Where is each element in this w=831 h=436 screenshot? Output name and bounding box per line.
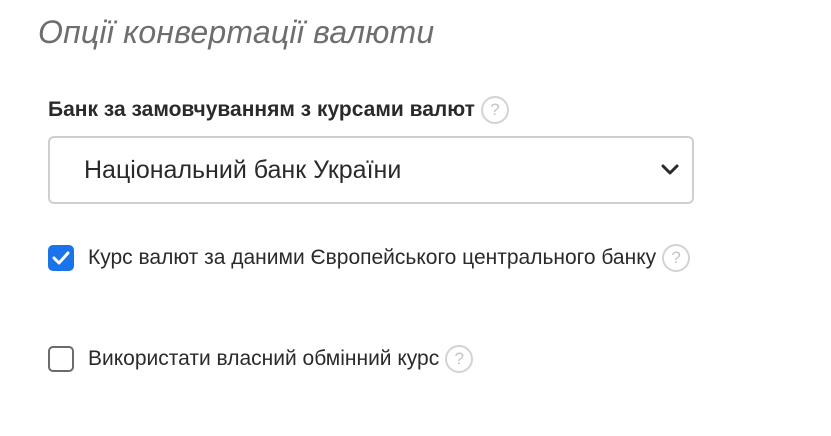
- custom-rate-checkbox[interactable]: [48, 346, 74, 372]
- default-bank-select[interactable]: Національний банк України: [48, 136, 694, 204]
- section-title: Опції конвертації валюти: [38, 14, 435, 50]
- help-icon[interactable]: ?: [662, 244, 691, 272]
- chevron-down-icon: [660, 163, 680, 177]
- checkmark-icon: [52, 251, 70, 265]
- help-icon[interactable]: ?: [445, 345, 474, 373]
- default-bank-label-row: Банк за замовчуванням з курсами валют ?: [48, 96, 509, 124]
- ecb-rate-checkbox[interactable]: [48, 245, 74, 271]
- currency-conversion-options-panel: Опції конвертації валюти Банк за замовчу…: [0, 0, 831, 436]
- help-icon[interactable]: ?: [480, 96, 509, 124]
- custom-rate-label[interactable]: Використати власний обмінний курс: [88, 347, 439, 371]
- default-bank-label: Банк за замовчуванням з курсами валют: [48, 98, 475, 121]
- ecb-rate-label[interactable]: Курс валют за даними Європейського центр…: [88, 246, 656, 270]
- ecb-rate-option: Курс валют за даними Європейського центр…: [48, 244, 691, 272]
- default-bank-selected-value: Національний банк України: [84, 155, 402, 184]
- custom-rate-option: Використати власний обмінний курс ?: [48, 345, 474, 373]
